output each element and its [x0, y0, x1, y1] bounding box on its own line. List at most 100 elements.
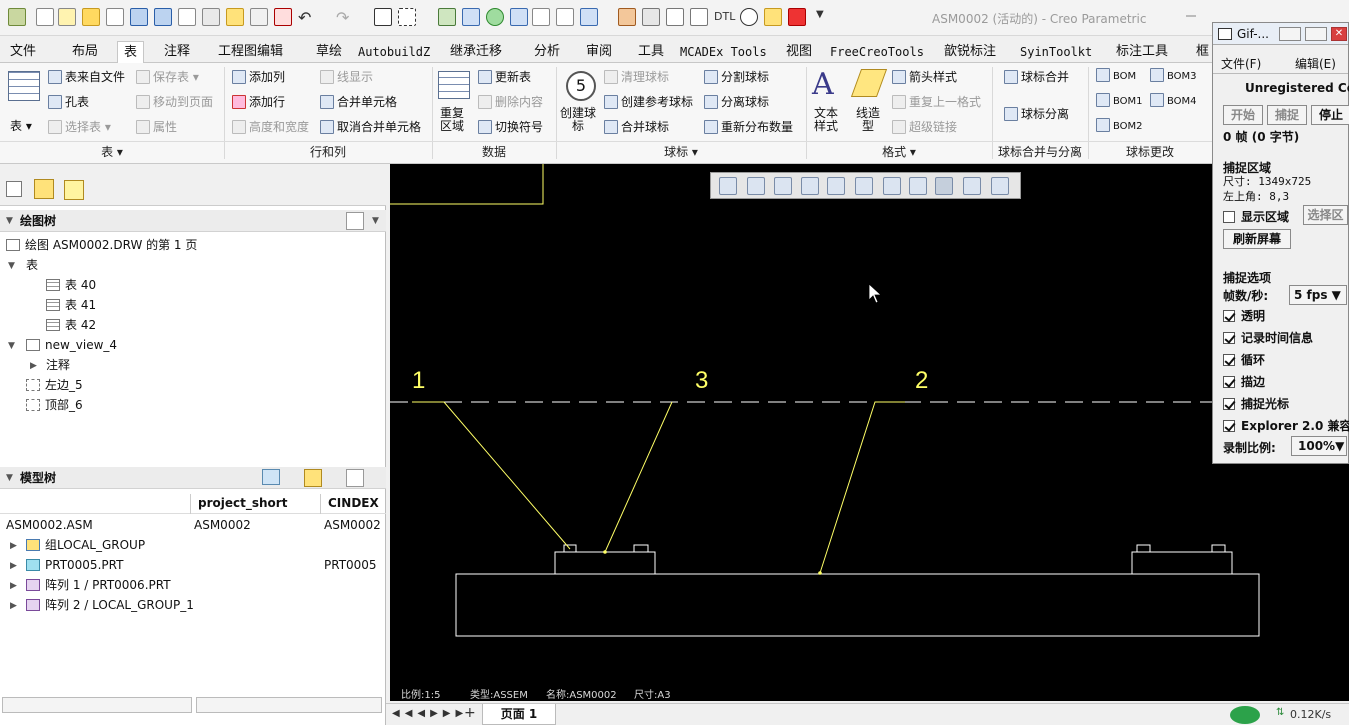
zoom-in-icon[interactable] — [747, 177, 765, 195]
line-style-icon[interactable] — [850, 69, 888, 97]
detach-balloon-button[interactable]: 分离球标 — [704, 92, 769, 112]
delete-content-button[interactable]: 删除内容 — [478, 92, 543, 112]
height-width-button[interactable]: 高度和宽度 — [232, 117, 309, 137]
tree-item-left-5[interactable]: 左边_5 — [26, 375, 83, 395]
bom-button[interactable]: BOM — [1096, 67, 1136, 87]
tree-item-table-41[interactable]: 表 41 — [46, 295, 96, 315]
doc2-icon[interactable] — [690, 8, 708, 26]
gif-ratio-select[interactable]: 100%▼ — [1291, 436, 1347, 456]
balloon-split-button[interactable]: 球标分离 — [1004, 104, 1069, 124]
printer-icon[interactable] — [642, 8, 660, 26]
clipboard-icon[interactable] — [556, 8, 574, 26]
gif-menu-edit[interactable]: 编辑(E) — [1295, 55, 1336, 72]
save-copy-icon[interactable] — [154, 8, 172, 26]
window-icon[interactable] — [462, 8, 480, 26]
folder2-icon[interactable] — [764, 8, 782, 26]
tab-migration[interactable]: 继承迁移 — [444, 41, 508, 63]
tab-mcadex[interactable]: MCADEx Tools — [674, 41, 773, 63]
dm-icon[interactable] — [178, 8, 196, 26]
refit-icon[interactable] — [719, 177, 737, 195]
create-balloon-button[interactable]: 创建球 标 — [560, 107, 596, 137]
collapse-icon[interactable]: ▼ — [6, 473, 13, 483]
layout-icon[interactable] — [580, 8, 598, 26]
group-table-label[interactable]: 表 ▾ — [0, 143, 224, 161]
tree-item-annotations[interactable]: 注释 — [46, 355, 70, 375]
expand-icon[interactable]: ▼ — [8, 341, 15, 351]
bom1-button[interactable]: BOM1 — [1096, 92, 1143, 112]
base-plate[interactable] — [455, 573, 1260, 637]
tab-syintoolkt[interactable]: SyinToolkt — [1014, 41, 1098, 63]
create-ref-balloon-button[interactable]: 创建参考球标 — [604, 92, 693, 112]
print-icon[interactable] — [438, 8, 456, 26]
balloon-icon[interactable]: 5 — [566, 71, 596, 101]
balloon-number-2[interactable]: 2 — [915, 367, 928, 394]
drawing-canvas[interactable]: 1 3 2 — [390, 164, 1349, 701]
mesh-icon[interactable] — [510, 8, 528, 26]
doc-icon[interactable] — [666, 8, 684, 26]
save-icon[interactable] — [130, 8, 148, 26]
column-cindex[interactable]: CINDEX — [328, 496, 379, 510]
table-from-file-button[interactable]: 表来自文件 — [48, 67, 125, 87]
properties-button[interactable]: 属性 — [136, 117, 177, 137]
table-button[interactable]: 表 ▾ — [10, 116, 32, 136]
redistribute-button[interactable]: 重新分布数量 — [704, 117, 793, 137]
folder-icon[interactable] — [82, 8, 100, 26]
gif-refresh-button[interactable]: 刷新屏幕 — [1223, 229, 1291, 249]
chevron-right-icon[interactable]: ▶ — [10, 581, 17, 591]
favorites-tab-icon[interactable] — [64, 180, 84, 200]
tab-tools[interactable]: 工具 — [632, 41, 670, 63]
annotation-display-icon[interactable] — [855, 177, 873, 195]
tab-drawing-edit[interactable]: 工程图编辑 — [212, 41, 289, 63]
dtl-icon[interactable]: DTL — [714, 10, 735, 23]
gif-explorer-checkbox[interactable]: Explorer 2.0 兼容 — [1223, 417, 1349, 434]
gif-show-area-checkbox[interactable]: 显示区域 — [1223, 208, 1289, 225]
display-style-icon[interactable] — [827, 177, 845, 195]
bom3-button[interactable]: BOM3 — [1150, 67, 1197, 87]
group-format-label[interactable]: 格式 ▾ — [806, 143, 992, 161]
repaint-icon[interactable] — [801, 177, 819, 195]
model-row-pattern-2[interactable]: 阵列 2 / LOCAL_GROUP_1 — [26, 595, 194, 615]
gif-maximize-button[interactable] — [1305, 27, 1327, 41]
tab-view[interactable]: 视图 — [780, 41, 818, 63]
horizontal-scrollbar-left[interactable] — [2, 697, 192, 713]
chevron-right-icon[interactable]: ▶ — [10, 541, 17, 551]
select-table-button[interactable]: 选择表 ▾ — [48, 117, 111, 137]
model-tree-header[interactable]: 模型树 — [0, 467, 386, 489]
group-balloon-label[interactable]: 球标 ▾ — [556, 143, 806, 161]
undo-icon[interactable]: ↶ — [298, 8, 311, 27]
tab-file[interactable]: 文件 — [4, 41, 42, 63]
axis-display-icon[interactable] — [883, 177, 901, 195]
add-page-button[interactable]: + — [464, 705, 476, 721]
chevron-right-icon[interactable]: ▶ — [30, 361, 37, 371]
page-icon[interactable] — [106, 8, 124, 26]
show-icon[interactable] — [262, 469, 280, 485]
leader-3[interactable] — [604, 401, 673, 553]
left-block[interactable] — [554, 551, 656, 575]
tab-xinrui[interactable]: 歆锐标注 — [938, 41, 1002, 63]
balloon-number-3[interactable]: 3 — [695, 367, 708, 394]
zoom-out-icon[interactable] — [774, 177, 792, 195]
tree-item-tables[interactable]: 表 — [26, 255, 38, 275]
line-display-button[interactable]: 线显示 — [320, 67, 373, 87]
balloon-number-1[interactable]: 1 — [412, 367, 425, 394]
model-settings-icon[interactable] — [346, 469, 364, 487]
repeat-format-button[interactable]: 重复上一格式 — [892, 92, 981, 112]
gif-fps-select[interactable]: 5 fps ▼ — [1289, 285, 1347, 305]
tree-tab-icon[interactable] — [6, 181, 22, 197]
tab-analysis[interactable]: 分析 — [528, 41, 566, 63]
merge-balloon-button[interactable]: 合并球标 — [604, 117, 669, 137]
right-block[interactable] — [1131, 551, 1233, 575]
select-box-icon[interactable] — [398, 8, 416, 26]
hole-table-button[interactable]: 孔表 — [48, 92, 89, 112]
chevron-down-icon[interactable]: ▼ — [816, 9, 824, 20]
pdf-icon[interactable] — [274, 8, 292, 26]
tab-review[interactable]: 审阅 — [580, 41, 618, 63]
minimize-icon[interactable] — [1186, 15, 1196, 17]
tab-layout[interactable]: 布局 — [66, 41, 104, 63]
gif-start-button[interactable]: 开始 — [1223, 105, 1263, 125]
tree-item-drawing-sheet[interactable]: 绘图 ASM0002.DRW 的第 1 页 — [6, 235, 197, 255]
gif-select-area-button[interactable]: 选择区 — [1303, 205, 1348, 225]
gif-menu-file[interactable]: 文件(F) — [1221, 55, 1261, 72]
tools-icon[interactable] — [304, 469, 322, 487]
globe-icon[interactable] — [486, 8, 504, 26]
